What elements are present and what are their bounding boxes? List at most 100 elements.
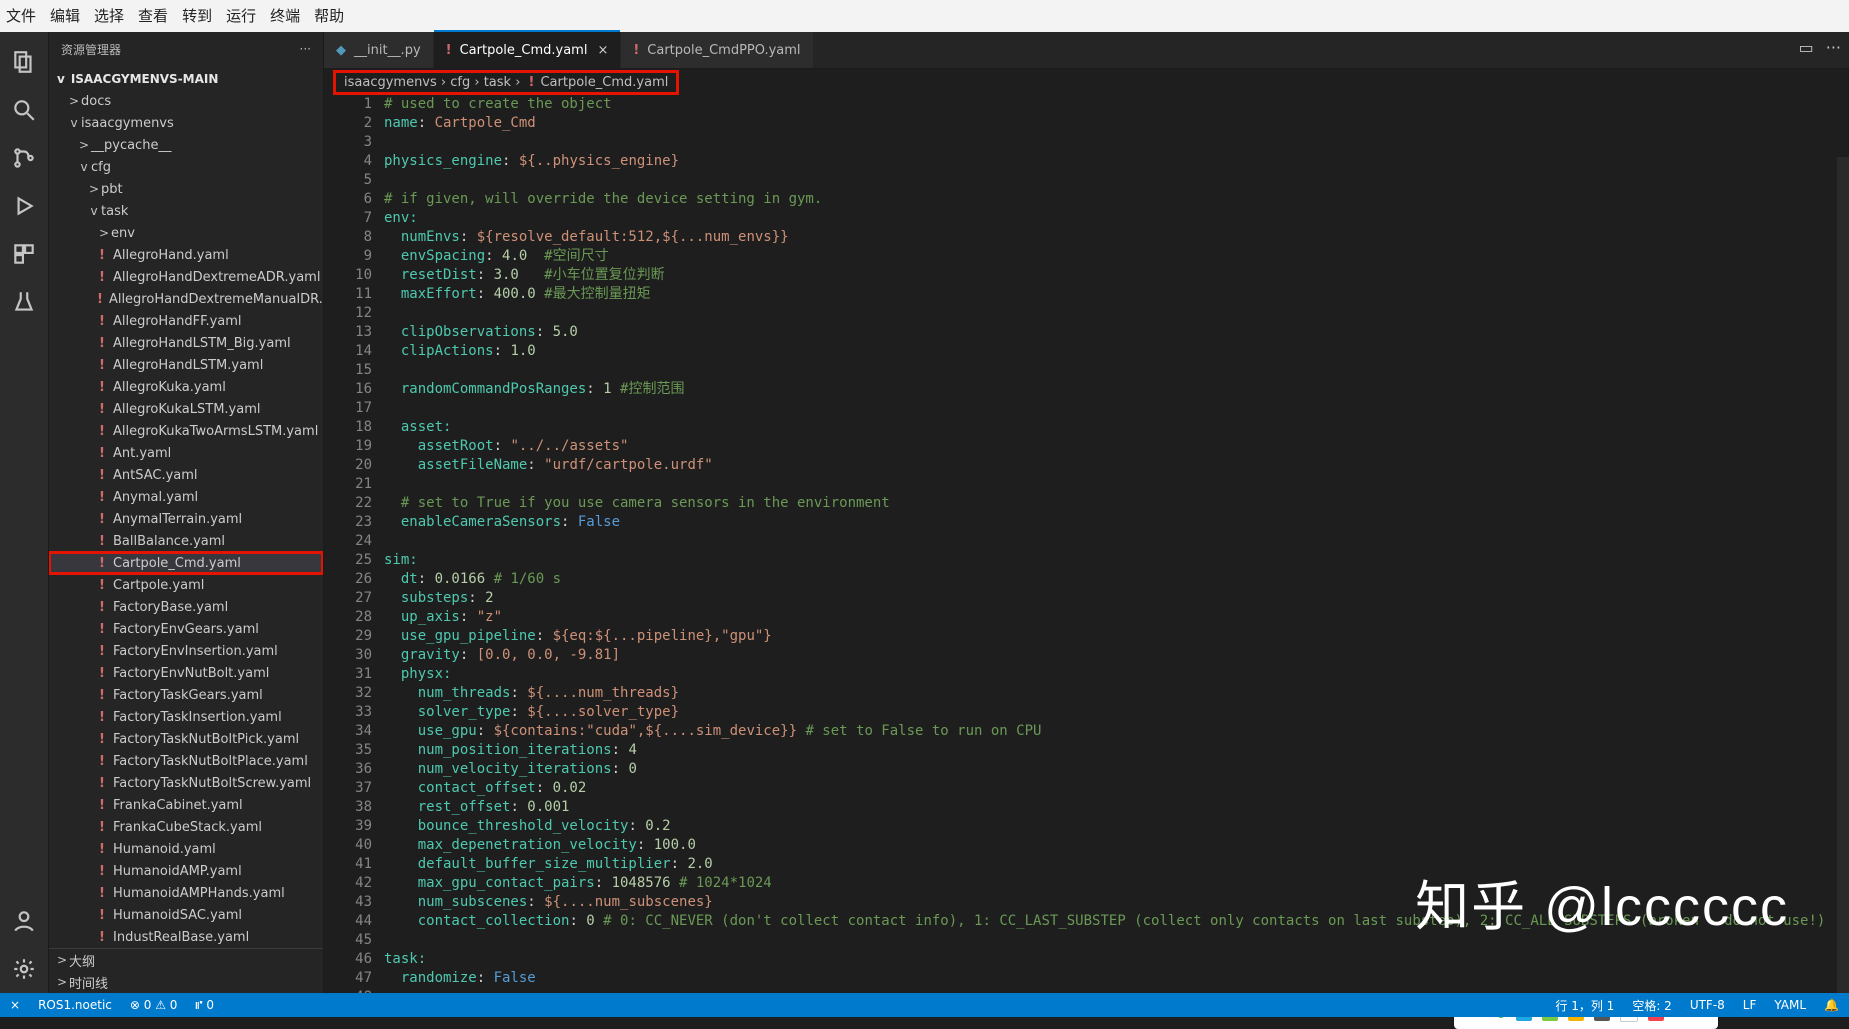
- code-line[interactable]: numEnvs: ${resolve_default:512,${...num_…: [384, 228, 1849, 247]
- code-line[interactable]: contact_offset: 0.02: [384, 779, 1849, 798]
- code-line[interactable]: maxEffort: 400.0 #最大控制量扭矩: [384, 285, 1849, 304]
- menu-item-7[interactable]: 帮助: [314, 0, 344, 32]
- code-line[interactable]: enableCameraSensors: False: [384, 513, 1849, 532]
- encoding[interactable]: UTF-8: [1690, 998, 1725, 1012]
- code-line[interactable]: randomize: False: [384, 969, 1849, 988]
- explorer-icon[interactable]: [6, 44, 42, 80]
- code-line[interactable]: up_axis: "z": [384, 608, 1849, 627]
- more-actions-icon[interactable]: ···: [1826, 38, 1841, 57]
- tree-folder[interactable]: vcfg: [49, 156, 323, 178]
- tree-folder[interactable]: visaacgymenvs: [49, 112, 323, 134]
- testing-icon[interactable]: [6, 284, 42, 320]
- menu-item-1[interactable]: 编辑: [50, 0, 80, 32]
- tree-file[interactable]: !AllegroHandDextremeManualDR....: [49, 288, 323, 310]
- tree-folder[interactable]: vtask: [49, 200, 323, 222]
- code-line[interactable]: solver_type: ${....solver_type}: [384, 703, 1849, 722]
- code-line[interactable]: physics_engine: ${..physics_engine}: [384, 152, 1849, 171]
- language-mode[interactable]: YAML: [1774, 998, 1806, 1012]
- more-actions-icon[interactable]: ···: [300, 42, 311, 56]
- code-line[interactable]: gravity: [0.0, 0.0, -9.81]: [384, 646, 1849, 665]
- tree-folder[interactable]: >pbt: [49, 178, 323, 200]
- tree-file[interactable]: !AllegroKukaLSTM.yaml: [49, 398, 323, 420]
- minimap[interactable]: [1837, 157, 1849, 993]
- code-line[interactable]: rest_offset: 0.001: [384, 798, 1849, 817]
- source-control-icon[interactable]: [6, 140, 42, 176]
- extensions-icon[interactable]: [6, 236, 42, 272]
- tree-file[interactable]: !FrankaCabinet.yaml: [49, 794, 323, 816]
- run-debug-icon[interactable]: [6, 188, 42, 224]
- code-line[interactable]: use_gpu_pipeline: ${eq:${...pipeline},"g…: [384, 627, 1849, 646]
- breadcrumb-item[interactable]: cfg: [450, 75, 470, 90]
- code-line[interactable]: # if given, will override the device set…: [384, 190, 1849, 209]
- tree-file[interactable]: !Anymal.yaml: [49, 486, 323, 508]
- code-line[interactable]: randomCommandPosRanges: 1 #控制范围: [384, 380, 1849, 399]
- code-line[interactable]: use_gpu: ${contains:"cuda",${....sim_dev…: [384, 722, 1849, 741]
- tree-file[interactable]: !BallBalance.yaml: [49, 530, 323, 552]
- tree-folder[interactable]: >env: [49, 222, 323, 244]
- tree-file[interactable]: !AllegroHandLSTM_Big.yaml: [49, 332, 323, 354]
- code-line[interactable]: [384, 399, 1849, 418]
- sidebar-section-0[interactable]: >大纲: [49, 949, 323, 971]
- code-line[interactable]: clipObservations: 5.0: [384, 323, 1849, 342]
- menu-item-5[interactable]: 运行: [226, 0, 256, 32]
- code-line[interactable]: [384, 304, 1849, 323]
- line-ending[interactable]: LF: [1743, 998, 1757, 1012]
- code-line[interactable]: assetFileName: "urdf/cartpole.urdf": [384, 456, 1849, 475]
- notifications-icon[interactable]: 🔔: [1824, 998, 1839, 1012]
- tree-file[interactable]: !Cartpole.yaml: [49, 574, 323, 596]
- code-line[interactable]: [384, 361, 1849, 380]
- search-icon[interactable]: [6, 92, 42, 128]
- code-line[interactable]: num_velocity_iterations: 0: [384, 760, 1849, 779]
- tab-1[interactable]: !Cartpole_Cmd.yaml×: [434, 30, 621, 68]
- tab-2[interactable]: !Cartpole_CmdPPO.yaml: [621, 32, 812, 68]
- tree-file[interactable]: !HumanoidAMP.yaml: [49, 860, 323, 882]
- code-line[interactable]: substeps: 2: [384, 589, 1849, 608]
- code-line[interactable]: asset:: [384, 418, 1849, 437]
- code-line[interactable]: assetRoot: "../../assets": [384, 437, 1849, 456]
- tab-0[interactable]: ◆__init__.py: [324, 32, 433, 68]
- tree-file[interactable]: !AllegroHand.yaml: [49, 244, 323, 266]
- tree-file[interactable]: !FactoryEnvNutBolt.yaml: [49, 662, 323, 684]
- problems-status[interactable]: ⊗ 0 ⚠ 0: [130, 998, 178, 1012]
- tree-file[interactable]: !FactoryEnvInsertion.yaml: [49, 640, 323, 662]
- tree-file[interactable]: !FactoryTaskNutBoltPick.yaml: [49, 728, 323, 750]
- code-line[interactable]: task:: [384, 950, 1849, 969]
- tree-file[interactable]: !HumanoidSAC.yaml: [49, 904, 323, 926]
- tree-file[interactable]: !FactoryTaskInsertion.yaml: [49, 706, 323, 728]
- workspace-root[interactable]: v ISAACGYMENVS-MAIN: [49, 66, 323, 90]
- code-line[interactable]: resetDist: 3.0 #小车位置复位判断: [384, 266, 1849, 285]
- split-editor-icon[interactable]: ▭: [1799, 38, 1814, 57]
- breadcrumb-item[interactable]: Cartpole_Cmd.yaml: [540, 75, 668, 90]
- menu-item-0[interactable]: 文件: [6, 0, 36, 32]
- code-line[interactable]: clipActions: 1.0: [384, 342, 1849, 361]
- tree-file[interactable]: !AllegroHandFF.yaml: [49, 310, 323, 332]
- code-line[interactable]: [384, 532, 1849, 551]
- close-icon[interactable]: ×: [597, 43, 608, 58]
- tree-file[interactable]: !Ant.yaml: [49, 442, 323, 464]
- menu-item-2[interactable]: 选择: [94, 0, 124, 32]
- tree-file[interactable]: !AllegroHandLSTM.yaml: [49, 354, 323, 376]
- code-line[interactable]: sim:: [384, 551, 1849, 570]
- tree-file[interactable]: !FactoryTaskNutBoltScrew.yaml: [49, 772, 323, 794]
- remote-indicator-icon[interactable]: ×: [10, 998, 20, 1012]
- settings-icon[interactable]: [6, 951, 42, 987]
- tree-file[interactable]: !FactoryBase.yaml: [49, 596, 323, 618]
- code-line[interactable]: name: Cartpole_Cmd: [384, 114, 1849, 133]
- menu-item-4[interactable]: 转到: [182, 0, 212, 32]
- tree-file[interactable]: !AntSAC.yaml: [49, 464, 323, 486]
- code-line[interactable]: bounce_threshold_velocity: 0.2: [384, 817, 1849, 836]
- breadcrumb-item[interactable]: isaacgymenvs: [344, 75, 437, 90]
- tree-file[interactable]: !Cartpole_Cmd.yaml: [49, 552, 323, 574]
- menu-item-3[interactable]: 查看: [138, 0, 168, 32]
- tree-file[interactable]: !HumanoidAMPHands.yaml: [49, 882, 323, 904]
- indentation[interactable]: 空格: 2: [1632, 997, 1672, 1014]
- code-line[interactable]: [384, 475, 1849, 494]
- code-line[interactable]: num_threads: ${....num_threads}: [384, 684, 1849, 703]
- cursor-position[interactable]: 行 1，列 1: [1555, 997, 1614, 1014]
- ports-status[interactable]: ⑈ 0: [195, 998, 214, 1012]
- tree-folder[interactable]: >__pycache__: [49, 134, 323, 156]
- tree-file[interactable]: !IndustRealBase.yaml: [49, 926, 323, 948]
- ros-status[interactable]: ROS1.noetic: [38, 998, 112, 1012]
- tree-file[interactable]: !AnymalTerrain.yaml: [49, 508, 323, 530]
- tree-file[interactable]: !FactoryEnvGears.yaml: [49, 618, 323, 640]
